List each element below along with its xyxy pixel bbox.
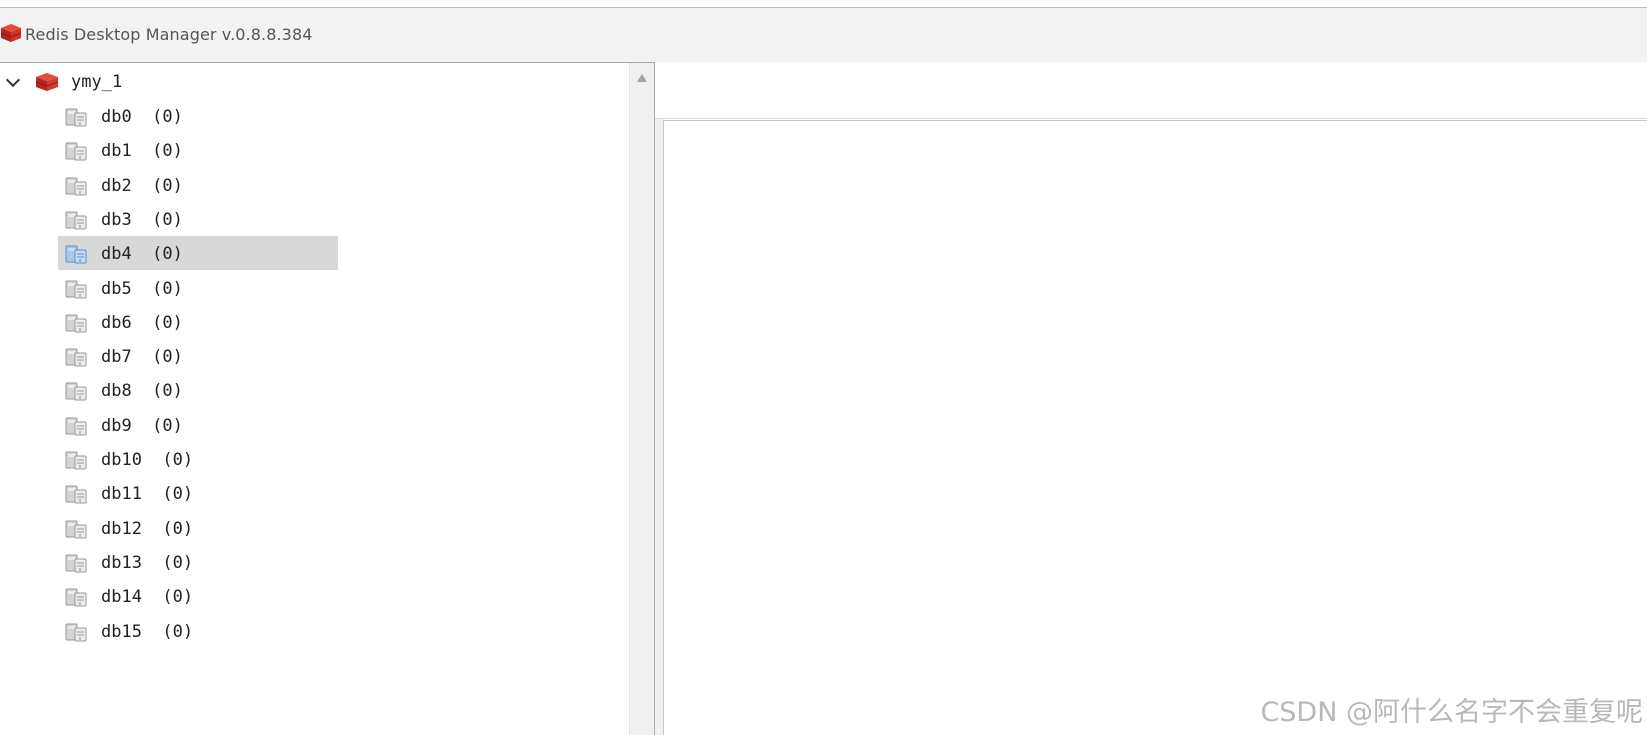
db-label: db6 (0) <box>101 313 183 333</box>
chevron-down-icon[interactable] <box>5 72 21 88</box>
tree-item-db[interactable]: db11 (0) <box>58 476 338 510</box>
database-icon <box>65 588 87 607</box>
tree-item-db[interactable]: db4 (0) <box>58 236 338 270</box>
tree-item-db[interactable]: db9 (0) <box>58 408 338 442</box>
tree-scrollbar[interactable] <box>629 63 654 735</box>
window-title: Redis Desktop Manager v.0.8.8.384 <box>25 25 313 44</box>
db-label: db9 (0) <box>101 416 183 436</box>
db-label: db4 (0) <box>101 244 183 264</box>
database-icon <box>65 520 87 539</box>
app-window: Redis Desktop Manager v.0.8.8.384 ymy_1 … <box>0 0 1647 735</box>
tree-item-db[interactable]: db1 (0) <box>58 133 338 167</box>
database-icon <box>65 382 87 401</box>
database-icon <box>65 417 87 436</box>
toolbar-edge <box>0 0 1647 8</box>
tree-item-db[interactable]: db6 (0) <box>58 305 338 339</box>
tree-item-db[interactable]: db3 (0) <box>58 202 338 236</box>
watermark: CSDN @阿什么名字不会重复呢 <box>1260 697 1643 728</box>
connection-node[interactable]: ymy_1 <box>0 65 629 99</box>
db-label: db3 (0) <box>101 210 183 230</box>
content-area <box>655 62 1647 735</box>
tree-item-db[interactable]: db14 (0) <box>58 579 338 613</box>
tree-item-db[interactable]: db2 (0) <box>58 168 338 202</box>
tree-item-db[interactable]: db7 (0) <box>58 339 338 373</box>
db-label: db10 (0) <box>101 450 194 470</box>
db-label: db7 (0) <box>101 347 183 367</box>
tree-item-db[interactable]: db8 (0) <box>58 373 338 407</box>
database-icon <box>65 623 87 642</box>
database-icon <box>65 485 87 504</box>
redis-cube-icon <box>0 24 22 42</box>
db-label: db0 (0) <box>101 107 183 127</box>
content-panel <box>663 120 1647 735</box>
db-label: db2 (0) <box>101 176 183 196</box>
database-icon <box>65 314 87 333</box>
connection-label: ymy_1 <box>71 72 123 92</box>
db-label: db11 (0) <box>101 484 194 504</box>
tree-item-db[interactable]: db12 (0) <box>58 511 338 545</box>
tree-item-db[interactable]: db15 (0) <box>58 614 338 648</box>
database-icon <box>65 554 87 573</box>
database-icon <box>65 245 87 264</box>
database-icon <box>65 451 87 470</box>
content-gap <box>655 119 663 735</box>
db-label: db14 (0) <box>101 587 194 607</box>
tree-item-db[interactable]: db10 (0) <box>58 442 338 476</box>
title-bar: Redis Desktop Manager v.0.8.8.384 <box>0 8 1647 62</box>
tree-item-db[interactable]: db0 (0) <box>58 99 338 133</box>
database-icon <box>65 348 87 367</box>
database-icon <box>65 142 87 161</box>
db-label: db15 (0) <box>101 622 194 642</box>
db-label: db5 (0) <box>101 279 183 299</box>
database-icon <box>65 108 87 127</box>
connections-tree[interactable]: ymy_1 db0 (0) db1 (0) db2 (0) db3 (0) db4 (0… <box>0 62 655 735</box>
redis-server-icon <box>35 73 59 91</box>
db-label: db1 (0) <box>101 141 183 161</box>
tree-item-db[interactable]: db5 (0) <box>58 271 338 305</box>
db-label: db12 (0) <box>101 519 194 539</box>
database-icon <box>65 177 87 196</box>
database-icon <box>65 211 87 230</box>
db-label: db8 (0) <box>101 381 183 401</box>
db-label: db13 (0) <box>101 553 194 573</box>
tree-item-db[interactable]: db13 (0) <box>58 545 338 579</box>
tabs-header <box>655 62 1647 119</box>
scroll-up-arrow-icon[interactable] <box>637 74 647 82</box>
database-icon <box>65 280 87 299</box>
